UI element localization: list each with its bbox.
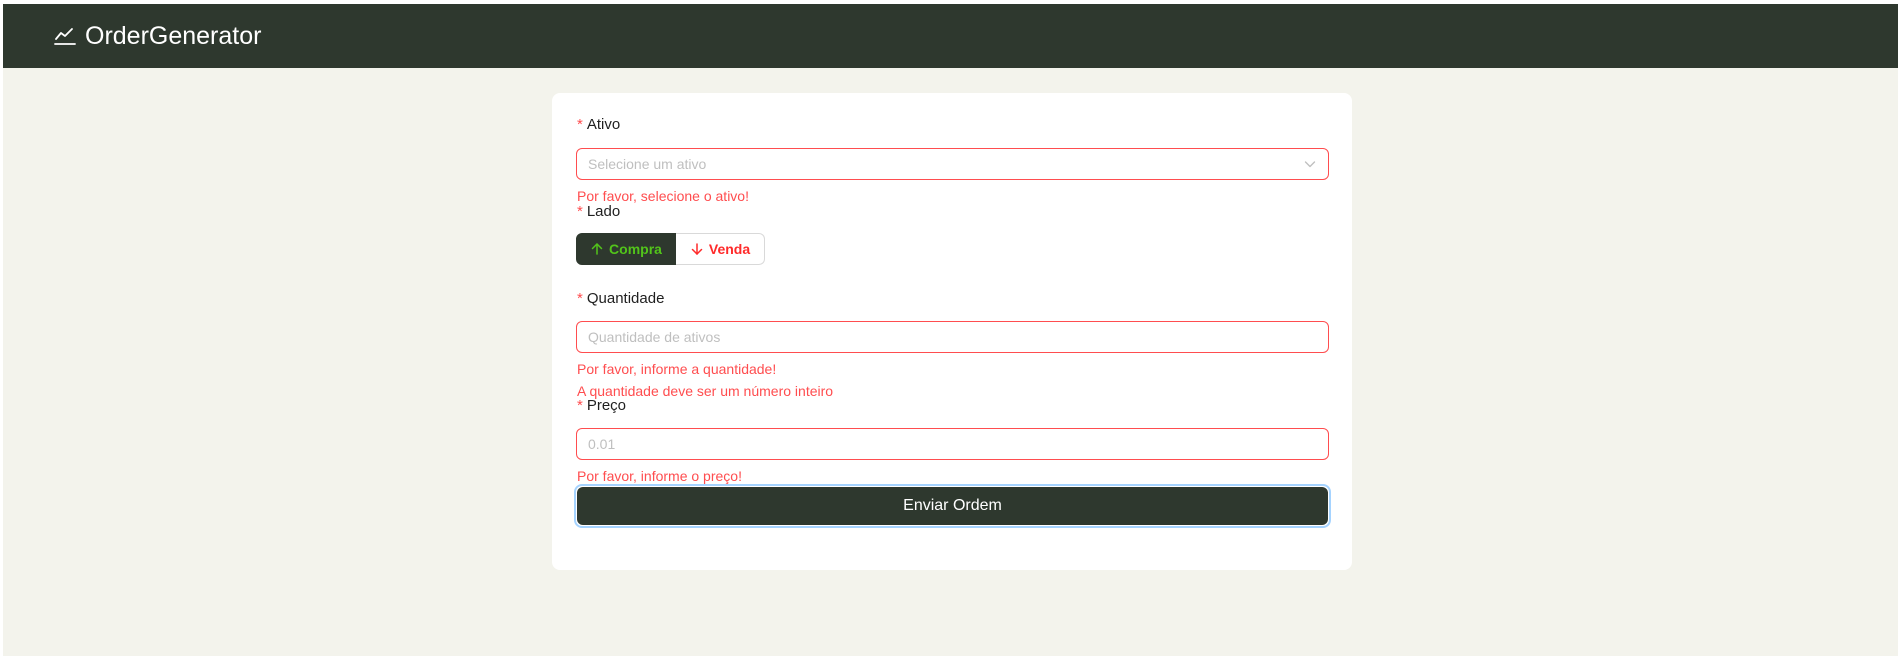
buy-label: Compra bbox=[609, 241, 662, 257]
sell-button[interactable]: Venda bbox=[676, 233, 765, 265]
required-mark: * bbox=[577, 116, 583, 133]
quantity-field bbox=[576, 321, 1329, 353]
navbar: OrderGenerator bbox=[3, 4, 1898, 68]
asset-select[interactable]: Selecione um ativo bbox=[576, 148, 1329, 180]
sell-label: Venda bbox=[708, 241, 751, 257]
asset-error: Por favor, selecione o ativo! bbox=[577, 188, 749, 204]
order-form-card: * Ativo Selecione um ativo Por favor, sel… bbox=[552, 93, 1352, 570]
arrow-down-icon bbox=[690, 242, 704, 256]
line-chart-icon bbox=[53, 24, 77, 48]
asset-label: * Ativo bbox=[577, 116, 621, 133]
submit-order-button[interactable]: Enviar Ordem bbox=[577, 487, 1328, 525]
page: OrderGenerator * Ativo Selecione um ativo… bbox=[3, 4, 1898, 656]
price-input[interactable] bbox=[588, 436, 1317, 452]
buy-button[interactable]: Compra bbox=[576, 233, 676, 265]
quantity-label: * Quantidade bbox=[577, 290, 665, 307]
chevron-down-icon[interactable] bbox=[1303, 157, 1317, 171]
price-label: * Preço bbox=[577, 397, 627, 414]
quantity-error-required: Por favor, informe a quantidade! bbox=[577, 361, 777, 377]
quantity-input[interactable] bbox=[588, 329, 1317, 345]
asset-select-placeholder: Selecione um ativo bbox=[588, 156, 707, 172]
side-toggle: Compra Venda bbox=[576, 233, 765, 265]
submit-focus-ring: Enviar Ordem bbox=[574, 484, 1331, 528]
side-label: * Lado bbox=[577, 203, 621, 220]
price-field bbox=[576, 428, 1329, 460]
required-mark: * bbox=[577, 203, 583, 220]
required-mark: * bbox=[577, 397, 583, 414]
price-error: Por favor, informe o preço! bbox=[577, 468, 742, 484]
arrow-up-icon bbox=[590, 242, 604, 256]
required-mark: * bbox=[577, 290, 583, 307]
app-title: OrderGenerator bbox=[85, 21, 262, 50]
